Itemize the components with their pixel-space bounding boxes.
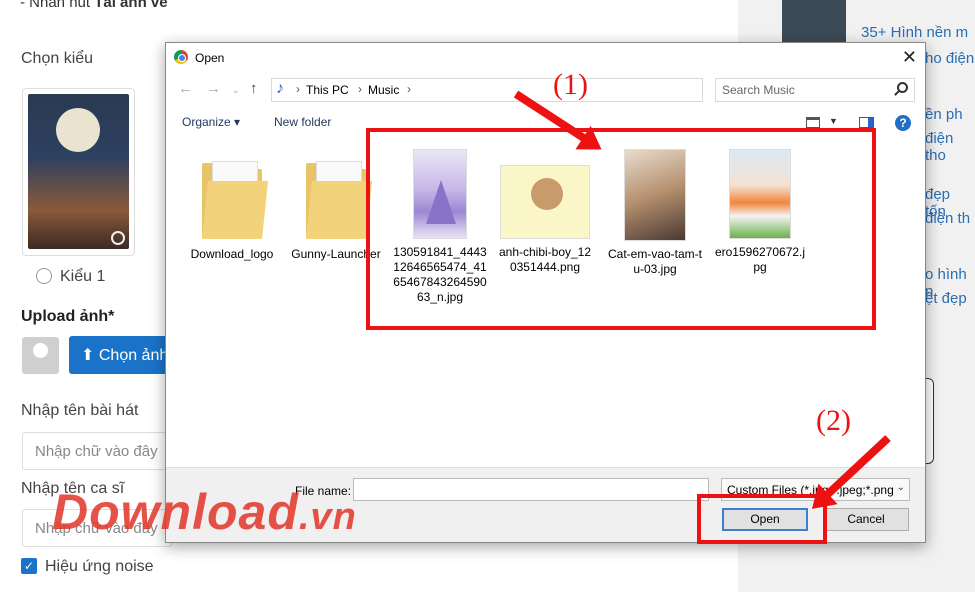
address-bar[interactable]: ♪ › This PC › Music › ⌄ ↻ [271, 78, 803, 102]
help-icon[interactable]: ? [895, 115, 911, 131]
noise-checkbox[interactable]: ✓ [21, 558, 37, 574]
recent-locations-icon[interactable]: ⌄ [232, 85, 240, 96]
style-thumbnail [28, 94, 129, 249]
download-vn-watermark: Download.vn [52, 484, 357, 540]
highlight-box-files [366, 128, 876, 330]
change-view-icon[interactable] [806, 117, 820, 128]
caret-down-icon: ▾ [234, 115, 241, 129]
breadcrumb-separator-icon[interactable]: › [358, 82, 362, 96]
sidebar-link[interactable]: 35+ Hình nền m [861, 24, 968, 41]
sidebar-frame [926, 378, 934, 464]
choose-style-label: Chọn kiểu [21, 50, 94, 67]
preview-pane-icon[interactable] [859, 117, 874, 128]
avatar-placeholder-icon [22, 337, 59, 374]
folder-icon [202, 159, 269, 241]
dialog-title: Open [195, 51, 225, 65]
breadcrumb-this-pc[interactable]: This PC [306, 83, 349, 97]
breadcrumb-separator-icon[interactable]: › [407, 82, 411, 96]
close-icon[interactable]: ✕ [902, 47, 917, 68]
style-card[interactable] [22, 88, 135, 256]
folder-item[interactable]: Download_logo [184, 159, 280, 262]
upload-icon: ⬆ [81, 347, 99, 364]
search-icon [897, 82, 908, 93]
new-folder-button[interactable]: New folder [274, 115, 331, 129]
back-arrow-icon[interactable]: ← [178, 80, 193, 97]
dialog-titlebar[interactable]: Open ✕ [166, 43, 925, 73]
organize-menu[interactable]: Organize ▾ [182, 115, 240, 129]
song-name-input[interactable]: Nhập chữ vào đây [22, 432, 172, 470]
step-2-label: (2) [816, 404, 851, 437]
choose-image-button[interactable]: ⬆ Chọn ảnh [69, 336, 169, 374]
cancel-button[interactable]: Cancel [823, 508, 909, 531]
style-option-label: Kiểu 1 [60, 268, 106, 285]
breadcrumb-separator-icon[interactable]: › [296, 82, 300, 96]
music-note-icon: ♪ [276, 80, 284, 97]
navigation-bar: ← → ⌄ ↑ ♪ › This PC › Music › ⌄ ↻ Search… [166, 75, 925, 105]
chevron-down-icon: ⌄ [896, 482, 905, 493]
sidebar-link[interactable]: điện tho [925, 130, 975, 164]
upload-label: Upload ảnh* [21, 308, 115, 325]
top-note: - Nhấn nút Tải ảnh về [20, 0, 168, 11]
chrome-icon [174, 50, 188, 64]
sidebar-link[interactable]: ho điện [925, 50, 974, 67]
caret-down-icon[interactable]: ▼ [829, 116, 838, 126]
noise-label: Hiệu ứng noise [45, 558, 154, 575]
folder-name: Download_logo [190, 247, 274, 261]
step-1-label: (1) [553, 68, 588, 101]
sidebar-link[interactable]: ệt đẹp [925, 290, 967, 307]
file-name-input[interactable] [353, 478, 709, 501]
song-name-label: Nhập tên bài hát [21, 402, 139, 419]
up-arrow-icon[interactable]: ↑ [250, 80, 258, 97]
folder-icon [306, 159, 373, 241]
zoom-icon[interactable] [111, 231, 125, 245]
sidebar-link[interactable]: ền ph [925, 106, 963, 123]
style-radio[interactable] [36, 268, 52, 284]
breadcrumb-music[interactable]: Music [368, 83, 399, 97]
search-input[interactable]: Search Music [715, 78, 915, 102]
forward-arrow-icon[interactable]: → [206, 80, 221, 97]
sidebar-link[interactable]: điện th [925, 210, 970, 227]
